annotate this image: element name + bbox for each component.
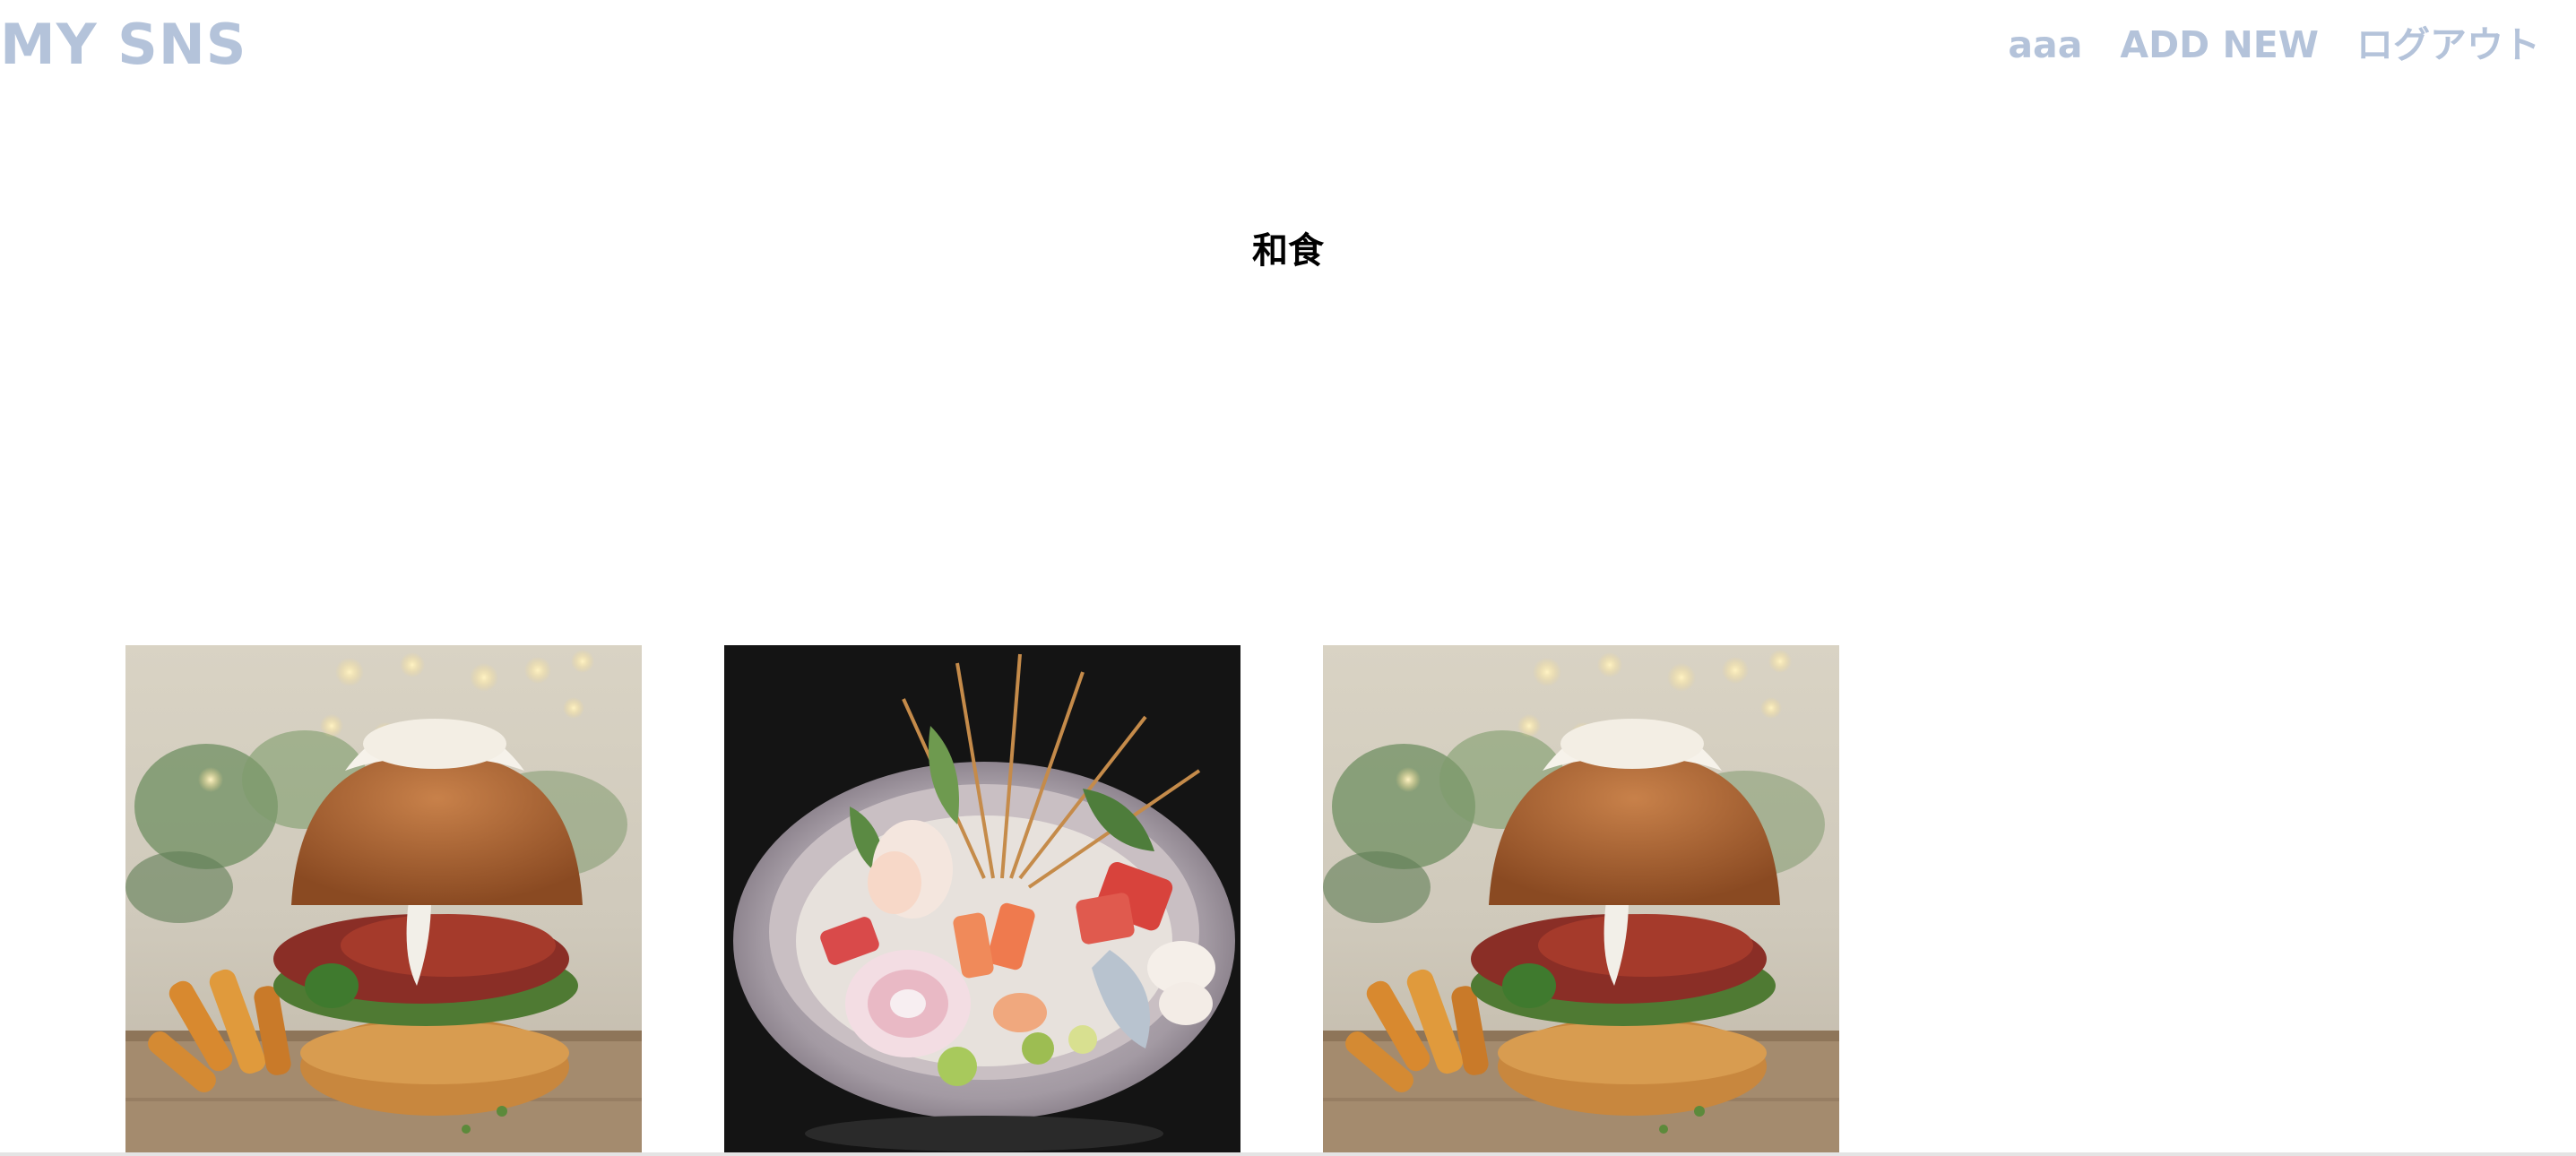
bottom-divider [0, 1152, 2576, 1156]
burger-photo [1323, 645, 1839, 1152]
nav-logout-link[interactable]: ログアウト [2356, 20, 2540, 70]
site-logo[interactable]: MY SNS [0, 9, 246, 81]
nav-add-new-link[interactable]: ADD NEW [2120, 20, 2319, 70]
burger-photo [125, 645, 642, 1152]
nav-user-link[interactable]: aaa [2008, 20, 2082, 70]
post-card[interactable] [724, 645, 1240, 1152]
post-card[interactable] [1323, 645, 1839, 1152]
site-header: MY SNS aaa ADD NEW ログアウト [0, 0, 2576, 99]
post-grid [125, 645, 1839, 1152]
sashimi-platter-photo [724, 645, 1240, 1152]
page-title: 和食 [1252, 230, 1324, 272]
top-nav: aaa ADD NEW ログアウト [2008, 20, 2540, 70]
post-card[interactable] [125, 645, 642, 1152]
